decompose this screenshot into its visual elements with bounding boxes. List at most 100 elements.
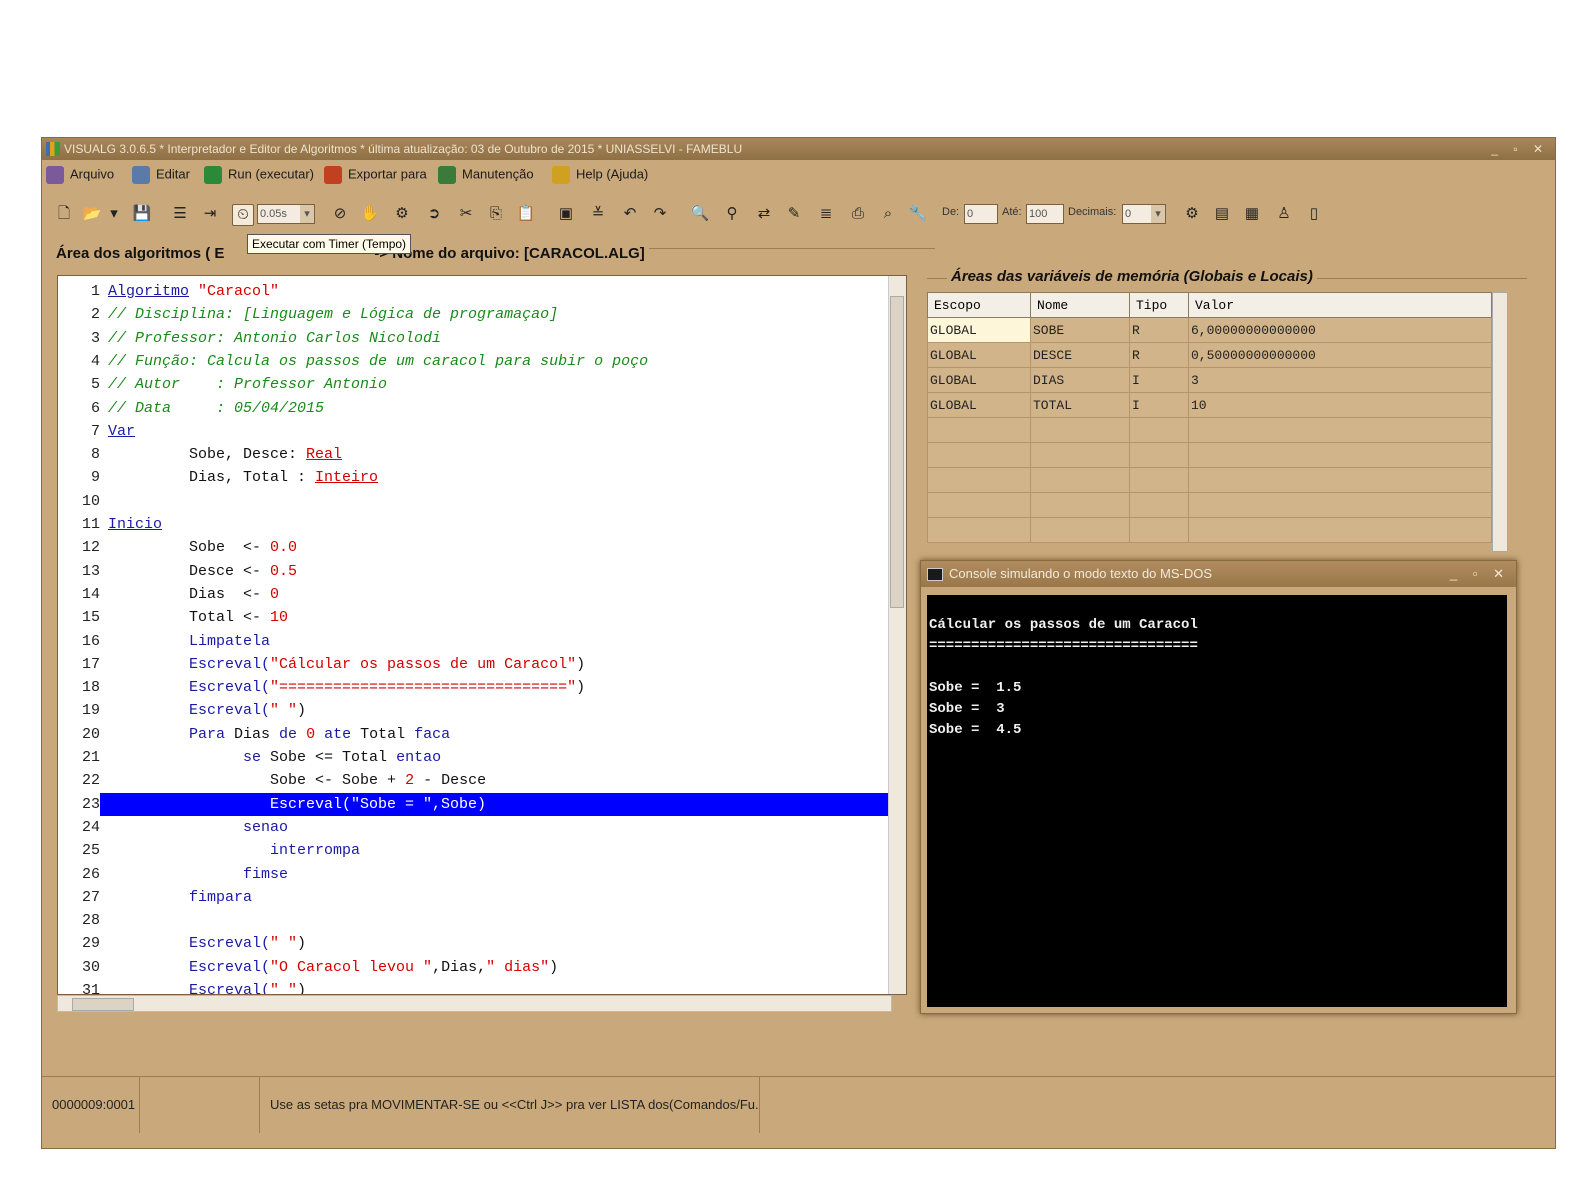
- table-cell: [1129, 467, 1189, 493]
- code-line[interactable]: 9 Dias, Total : Inteiro: [58, 466, 888, 489]
- console-window-controls[interactable]: _ ▫ ✕: [1450, 561, 1510, 587]
- comment-icon[interactable]: ✎: [784, 204, 804, 224]
- table-row[interactable]: GLOBAL TOTAL I 10: [927, 392, 1492, 418]
- undo-icon[interactable]: ↶: [620, 204, 640, 224]
- table-row[interactable]: [927, 467, 1492, 493]
- de-input[interactable]: 0: [964, 204, 998, 224]
- code-line[interactable]: 31 Escreval(" "): [58, 979, 888, 994]
- code-line[interactable]: 13 Desce <- 0.5: [58, 560, 888, 583]
- ate-input[interactable]: 100: [1026, 204, 1064, 224]
- menu-run[interactable]: Run (executar): [204, 166, 314, 184]
- chevron-down-icon[interactable]: ▾: [104, 204, 124, 224]
- code-line[interactable]: 6 // Data : 05/04/2015: [58, 397, 888, 420]
- code-line[interactable]: 4 // Função: Calcula os passos de um cara…: [58, 350, 888, 373]
- find-icon[interactable]: 🔍: [690, 204, 710, 224]
- code-line[interactable]: 20 Para Dias de 0 ate Total faca: [58, 723, 888, 746]
- preview-icon[interactable]: ⌕: [878, 204, 898, 224]
- code-line[interactable]: 8 Sobe, Desce: Real: [58, 443, 888, 466]
- save-icon[interactable]: 💾: [132, 204, 152, 224]
- format-icon[interactable]: ≣: [816, 204, 836, 224]
- code-line[interactable]: 24 senao: [58, 816, 888, 839]
- indent-icon[interactable]: ☰: [170, 204, 190, 224]
- code-line[interactable]: 30 Escreval("O Caracol levou ",Dias," di…: [58, 956, 888, 979]
- run-step-icon[interactable]: ⇥: [200, 204, 220, 224]
- menu-exportar[interactable]: Exportar para: [324, 166, 427, 184]
- table-row[interactable]: [927, 492, 1492, 518]
- calculator-icon[interactable]: ▤: [1212, 204, 1232, 224]
- code-line[interactable]: 14 Dias <- 0: [58, 583, 888, 606]
- step-icon[interactable]: ➲: [424, 204, 444, 224]
- column-header[interactable]: Escopo: [927, 292, 1031, 318]
- code-token: // Autor : Professor Antonio: [108, 376, 388, 394]
- editor-horizontal-scrollbar[interactable]: [57, 995, 892, 1012]
- code-line[interactable]: 10: [58, 490, 888, 513]
- code-line[interactable]: 22 Sobe <- Sobe + 2 - Desce: [58, 769, 888, 792]
- table-row[interactable]: GLOBAL DESCE R 0,50000000000000: [927, 342, 1492, 368]
- config-icon[interactable]: ⚙: [1182, 204, 1202, 224]
- table-row[interactable]: [927, 442, 1492, 468]
- code-line[interactable]: 3 // Professor: Antonio Carlos Nicolodi: [58, 327, 888, 350]
- copy-icon[interactable]: ⎘: [486, 204, 506, 224]
- code-line[interactable]: 16 Limpatela: [58, 630, 888, 653]
- code-line[interactable]: 17 Escreval("Cálcular os passos de um Ca…: [58, 653, 888, 676]
- table-row[interactable]: [927, 417, 1492, 443]
- filter-icon[interactable]: ≚: [588, 204, 608, 224]
- line-number: 10: [81, 492, 100, 510]
- tool-icon[interactable]: 🔧: [908, 204, 928, 224]
- code-token: "Caracol": [189, 283, 280, 300]
- table-icon[interactable]: ▦: [1242, 204, 1262, 224]
- code-line[interactable]: 15 Total <- 10: [58, 606, 888, 629]
- code-line[interactable]: 12 Sobe <- 0.0: [58, 536, 888, 559]
- code-line[interactable]: 19 Escreval(" "): [58, 699, 888, 722]
- print-icon[interactable]: ⎙: [848, 204, 868, 224]
- paste-special-icon[interactable]: ▣: [556, 204, 576, 224]
- code-line[interactable]: 26 fimse: [58, 863, 888, 886]
- code-line[interactable]: 29 Escreval(" "): [58, 932, 888, 955]
- code-line[interactable]: 25 interrompa: [58, 839, 888, 862]
- decimais-select[interactable]: 0 ▾: [1122, 204, 1166, 224]
- cut-icon[interactable]: ✂: [456, 204, 476, 224]
- menu-manutencao[interactable]: Manutenção: [438, 166, 534, 184]
- menu-help[interactable]: Help (Ajuda): [552, 166, 648, 184]
- cursor-position: 0000009:0001: [42, 1077, 140, 1133]
- table-row[interactable]: GLOBAL DIAS I 3: [927, 367, 1492, 393]
- code-line[interactable]: 7 Var: [58, 420, 888, 443]
- code-line[interactable]: 28: [58, 909, 888, 932]
- memory-scrollbar[interactable]: [1492, 292, 1508, 552]
- column-header[interactable]: Valor: [1188, 292, 1492, 318]
- user-icon[interactable]: ♙: [1274, 204, 1294, 224]
- find-next-icon[interactable]: ⚲: [722, 204, 742, 224]
- replace-icon[interactable]: ⇄: [754, 204, 774, 224]
- menu-editar[interactable]: Editar: [132, 166, 190, 184]
- column-header[interactable]: Tipo: [1129, 292, 1189, 318]
- code-line[interactable]: 2 // Disciplina: [Linguagem e Lógica de p…: [58, 303, 888, 326]
- hand-icon[interactable]: ✋: [360, 204, 380, 224]
- exit-icon[interactable]: ▯: [1304, 204, 1324, 224]
- code-line[interactable]: 18 Escreval("===========================…: [58, 676, 888, 699]
- code-token: ): [297, 935, 307, 953]
- table-row[interactable]: GLOBAL SOBE R 6,00000000000000: [927, 317, 1492, 343]
- breakpoint-icon[interactable]: ⚙: [392, 204, 412, 224]
- timer-select[interactable]: 0.05s ▾: [257, 204, 315, 224]
- code-line[interactable]: 23 Escreval("Sobe = ",Sobe): [58, 792, 888, 816]
- table-row[interactable]: [927, 517, 1492, 543]
- scroll-thumb[interactable]: [72, 998, 134, 1011]
- editor-vertical-scrollbar[interactable]: [888, 276, 906, 994]
- column-header[interactable]: Nome: [1030, 292, 1130, 318]
- code-line[interactable]: 27 fimpara: [58, 886, 888, 909]
- paste-icon[interactable]: 📋: [516, 204, 536, 224]
- code-line[interactable]: 21 se Sobe <= Total entao: [58, 746, 888, 769]
- new-file-icon[interactable]: 🗋: [54, 204, 74, 224]
- code-line[interactable]: 5 // Autor : Professor Antonio: [58, 373, 888, 396]
- code-editor[interactable]: 31 Escreval(" ") 30 Escreval("O Caracol l…: [57, 275, 907, 995]
- redo-icon[interactable]: ↷: [650, 204, 670, 224]
- scroll-thumb[interactable]: [890, 296, 904, 608]
- line-number: 30: [81, 958, 100, 976]
- menu-arquivo[interactable]: Arquivo: [46, 166, 114, 184]
- code-line[interactable]: 1 Algoritmo "Caracol": [58, 280, 888, 303]
- window-controls[interactable]: _ ▫ ✕: [1491, 138, 1549, 160]
- timer-icon[interactable]: ⏲: [232, 204, 254, 226]
- open-file-icon[interactable]: 📂: [82, 204, 102, 224]
- stop-icon[interactable]: ⊘: [330, 204, 350, 224]
- code-line[interactable]: 11 Inicio: [58, 513, 888, 536]
